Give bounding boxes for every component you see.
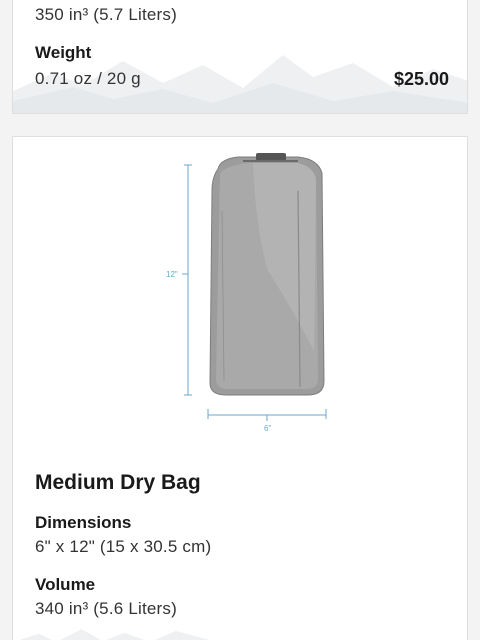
dry-bag-image: 12" 6"	[166, 153, 327, 431]
dimensions-label: Dimensions	[35, 513, 132, 532]
price: $25.00	[393, 69, 449, 89]
volume-label: Volume	[35, 575, 96, 594]
width-dimension-label: 6"	[264, 424, 271, 431]
product-list: 350 in³ (5.7 Liters) Weight 0.71 oz / 20…	[0, 0, 480, 640]
product-card-small: 350 in³ (5.7 Liters) Weight 0.71 oz / 20…	[12, 0, 468, 114]
product-name: Medium Dry Bag	[35, 471, 201, 494]
height-dimension-label: 12"	[166, 270, 178, 279]
mountain-background-image	[19, 629, 209, 640]
weight-label: Weight	[35, 43, 92, 62]
width-dimension-line	[207, 409, 327, 421]
dimensions-value: 6" x 12" (15 x 30.5 cm)	[35, 537, 212, 556]
weight-value: 0.71 oz / 20 g	[35, 69, 141, 88]
dry-bag-shape	[209, 153, 325, 396]
volume-value: 340 in³ (5.6 Liters)	[35, 599, 177, 618]
height-dimension-line	[182, 164, 192, 396]
product-card-medium-dry-bag[interactable]: 12" 6" Medium Dry Bag Dimensions 6" x 12…	[12, 136, 468, 640]
volume-value: 350 in³ (5.7 Liters)	[35, 5, 177, 24]
